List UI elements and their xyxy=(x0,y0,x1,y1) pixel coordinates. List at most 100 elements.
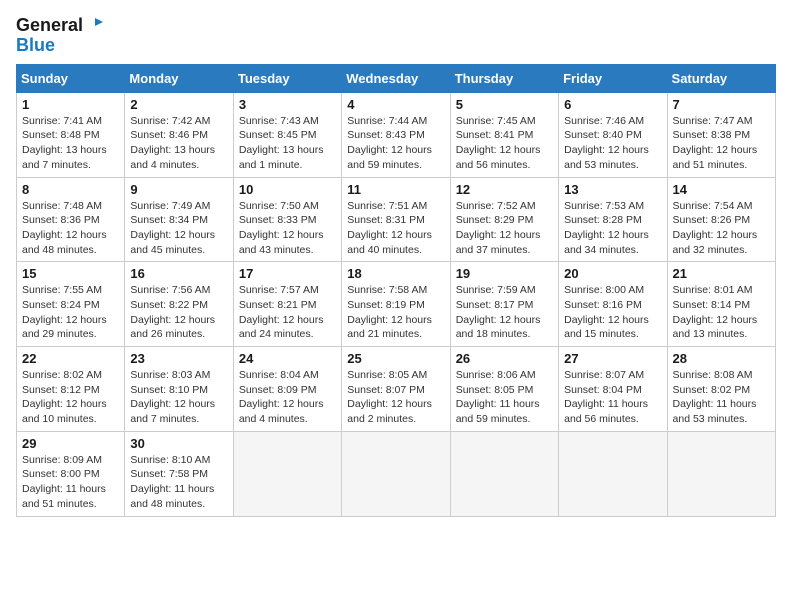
day-cell-22: 22 Sunrise: 8:02 AM Sunset: 8:12 PM Dayli… xyxy=(17,347,125,432)
day-number: 16 xyxy=(130,266,227,281)
day-detail: Sunrise: 8:06 AM Sunset: 8:05 PM Dayligh… xyxy=(456,368,553,427)
day-number: 18 xyxy=(347,266,444,281)
day-number: 27 xyxy=(564,351,661,366)
calendar-week-5: 29 Sunrise: 8:09 AM Sunset: 8:00 PM Dayli… xyxy=(17,431,776,516)
day-detail: Sunrise: 8:02 AM Sunset: 8:12 PM Dayligh… xyxy=(22,368,119,427)
day-header-tuesday: Tuesday xyxy=(233,64,341,92)
day-cell-5: 5Sunrise: 7:45 AM Sunset: 8:41 PM Daylig… xyxy=(450,92,558,177)
empty-cell xyxy=(342,431,450,516)
day-cell-29: 29 Sunrise: 8:09 AM Sunset: 8:00 PM Dayli… xyxy=(17,431,125,516)
day-number: 2 xyxy=(130,97,227,112)
day-number: 22 xyxy=(22,351,119,366)
day-detail: Sunrise: 7:57 AM Sunset: 8:21 PM Dayligh… xyxy=(239,283,336,342)
day-detail: Sunrise: 7:53 AM Sunset: 8:28 PM Dayligh… xyxy=(564,199,661,258)
day-number: 11 xyxy=(347,182,444,197)
day-number: 17 xyxy=(239,266,336,281)
day-cell-9: 9Sunrise: 7:49 AM Sunset: 8:34 PM Daylig… xyxy=(125,177,233,262)
day-header-saturday: Saturday xyxy=(667,64,775,92)
day-cell-20: 20 Sunrise: 8:00 AM Sunset: 8:16 PM Dayli… xyxy=(559,262,667,347)
logo-text-general: General xyxy=(16,16,83,36)
day-cell-30: 30 Sunrise: 8:10 AM Sunset: 7:58 PM Dayli… xyxy=(125,431,233,516)
day-detail: Sunrise: 8:09 AM Sunset: 8:00 PM Dayligh… xyxy=(22,453,119,512)
day-cell-19: 19Sunrise: 7:59 AM Sunset: 8:17 PM Dayli… xyxy=(450,262,558,347)
day-header-wednesday: Wednesday xyxy=(342,64,450,92)
day-of-week-row: SundayMondayTuesdayWednesdayThursdayFrid… xyxy=(17,64,776,92)
day-cell-7: 7 Sunrise: 7:47 AM Sunset: 8:38 PM Daylig… xyxy=(667,92,775,177)
day-cell-6: 6 Sunrise: 7:46 AM Sunset: 8:40 PM Daylig… xyxy=(559,92,667,177)
day-detail: Sunrise: 7:51 AM Sunset: 8:31 PM Dayligh… xyxy=(347,199,444,258)
day-number: 28 xyxy=(673,351,770,366)
day-number: 1 xyxy=(22,97,119,112)
day-cell-14: 14 Sunrise: 7:54 AM Sunset: 8:26 PM Dayli… xyxy=(667,177,775,262)
day-cell-12: 12 Sunrise: 7:52 AM Sunset: 8:29 PM Dayli… xyxy=(450,177,558,262)
day-detail: Sunrise: 8:04 AM Sunset: 8:09 PM Dayligh… xyxy=(239,368,336,427)
day-cell-3: 3Sunrise: 7:43 AM Sunset: 8:45 PM Daylig… xyxy=(233,92,341,177)
calendar-week-3: 15 Sunrise: 7:55 AM Sunset: 8:24 PM Dayli… xyxy=(17,262,776,347)
logo-flag-icon xyxy=(85,16,105,36)
day-detail: Sunrise: 7:52 AM Sunset: 8:29 PM Dayligh… xyxy=(456,199,553,258)
day-cell-4: 4 Sunrise: 7:44 AM Sunset: 8:43 PM Daylig… xyxy=(342,92,450,177)
day-detail: Sunrise: 7:46 AM Sunset: 8:40 PM Dayligh… xyxy=(564,114,661,173)
day-cell-16: 16 Sunrise: 7:56 AM Sunset: 8:22 PM Dayli… xyxy=(125,262,233,347)
day-cell-1: 1 Sunrise: 7:41 AM Sunset: 8:48 PM Daylig… xyxy=(17,92,125,177)
empty-cell xyxy=(559,431,667,516)
day-number: 7 xyxy=(673,97,770,112)
day-detail: Sunrise: 7:49 AM Sunset: 8:34 PM Dayligh… xyxy=(130,199,227,258)
day-header-monday: Monday xyxy=(125,64,233,92)
empty-cell xyxy=(450,431,558,516)
empty-cell xyxy=(233,431,341,516)
day-number: 19 xyxy=(456,266,553,281)
day-detail: Sunrise: 7:50 AM Sunset: 8:33 PM Dayligh… xyxy=(239,199,336,258)
day-number: 15 xyxy=(22,266,119,281)
calendar-week-2: 8Sunrise: 7:48 AM Sunset: 8:36 PM Daylig… xyxy=(17,177,776,262)
day-number: 6 xyxy=(564,97,661,112)
day-cell-18: 18Sunrise: 7:58 AM Sunset: 8:19 PM Dayli… xyxy=(342,262,450,347)
logo-text-blue: Blue xyxy=(16,36,105,56)
day-number: 8 xyxy=(22,182,119,197)
day-detail: Sunrise: 7:56 AM Sunset: 8:22 PM Dayligh… xyxy=(130,283,227,342)
day-cell-26: 26 Sunrise: 8:06 AM Sunset: 8:05 PM Dayli… xyxy=(450,347,558,432)
day-number: 4 xyxy=(347,97,444,112)
day-detail: Sunrise: 7:43 AM Sunset: 8:45 PM Dayligh… xyxy=(239,114,336,173)
empty-cell xyxy=(667,431,775,516)
day-detail: Sunrise: 8:07 AM Sunset: 8:04 PM Dayligh… xyxy=(564,368,661,427)
day-number: 25 xyxy=(347,351,444,366)
day-cell-2: 2 Sunrise: 7:42 AM Sunset: 8:46 PM Daylig… xyxy=(125,92,233,177)
day-number: 14 xyxy=(673,182,770,197)
day-header-sunday: Sunday xyxy=(17,64,125,92)
day-number: 20 xyxy=(564,266,661,281)
calendar-week-1: 1 Sunrise: 7:41 AM Sunset: 8:48 PM Daylig… xyxy=(17,92,776,177)
day-header-friday: Friday xyxy=(559,64,667,92)
day-detail: Sunrise: 7:42 AM Sunset: 8:46 PM Dayligh… xyxy=(130,114,227,173)
day-number: 29 xyxy=(22,436,119,451)
day-number: 12 xyxy=(456,182,553,197)
day-number: 26 xyxy=(456,351,553,366)
day-detail: Sunrise: 7:47 AM Sunset: 8:38 PM Dayligh… xyxy=(673,114,770,173)
day-number: 30 xyxy=(130,436,227,451)
day-detail: Sunrise: 7:41 AM Sunset: 8:48 PM Dayligh… xyxy=(22,114,119,173)
day-detail: Sunrise: 7:54 AM Sunset: 8:26 PM Dayligh… xyxy=(673,199,770,258)
day-header-thursday: Thursday xyxy=(450,64,558,92)
logo-container: General Blue xyxy=(16,16,105,56)
day-detail: Sunrise: 8:03 AM Sunset: 8:10 PM Dayligh… xyxy=(130,368,227,427)
day-detail: Sunrise: 7:44 AM Sunset: 8:43 PM Dayligh… xyxy=(347,114,444,173)
day-cell-24: 24Sunrise: 8:04 AM Sunset: 8:09 PM Dayli… xyxy=(233,347,341,432)
day-detail: Sunrise: 8:00 AM Sunset: 8:16 PM Dayligh… xyxy=(564,283,661,342)
day-number: 5 xyxy=(456,97,553,112)
day-cell-11: 11 Sunrise: 7:51 AM Sunset: 8:31 PM Dayli… xyxy=(342,177,450,262)
day-detail: Sunrise: 8:01 AM Sunset: 8:14 PM Dayligh… xyxy=(673,283,770,342)
calendar-table: SundayMondayTuesdayWednesdayThursdayFrid… xyxy=(16,64,776,517)
day-number: 13 xyxy=(564,182,661,197)
day-cell-8: 8Sunrise: 7:48 AM Sunset: 8:36 PM Daylig… xyxy=(17,177,125,262)
calendar-body: 1 Sunrise: 7:41 AM Sunset: 8:48 PM Daylig… xyxy=(17,92,776,516)
day-detail: Sunrise: 8:10 AM Sunset: 7:58 PM Dayligh… xyxy=(130,453,227,512)
day-cell-23: 23 Sunrise: 8:03 AM Sunset: 8:10 PM Dayli… xyxy=(125,347,233,432)
day-number: 23 xyxy=(130,351,227,366)
day-detail: Sunrise: 8:08 AM Sunset: 8:02 PM Dayligh… xyxy=(673,368,770,427)
day-cell-28: 28 Sunrise: 8:08 AM Sunset: 8:02 PM Dayli… xyxy=(667,347,775,432)
day-cell-25: 25Sunrise: 8:05 AM Sunset: 8:07 PM Dayli… xyxy=(342,347,450,432)
day-cell-15: 15 Sunrise: 7:55 AM Sunset: 8:24 PM Dayli… xyxy=(17,262,125,347)
day-cell-21: 21Sunrise: 8:01 AM Sunset: 8:14 PM Dayli… xyxy=(667,262,775,347)
logo: General Blue xyxy=(16,16,105,56)
day-detail: Sunrise: 7:55 AM Sunset: 8:24 PM Dayligh… xyxy=(22,283,119,342)
